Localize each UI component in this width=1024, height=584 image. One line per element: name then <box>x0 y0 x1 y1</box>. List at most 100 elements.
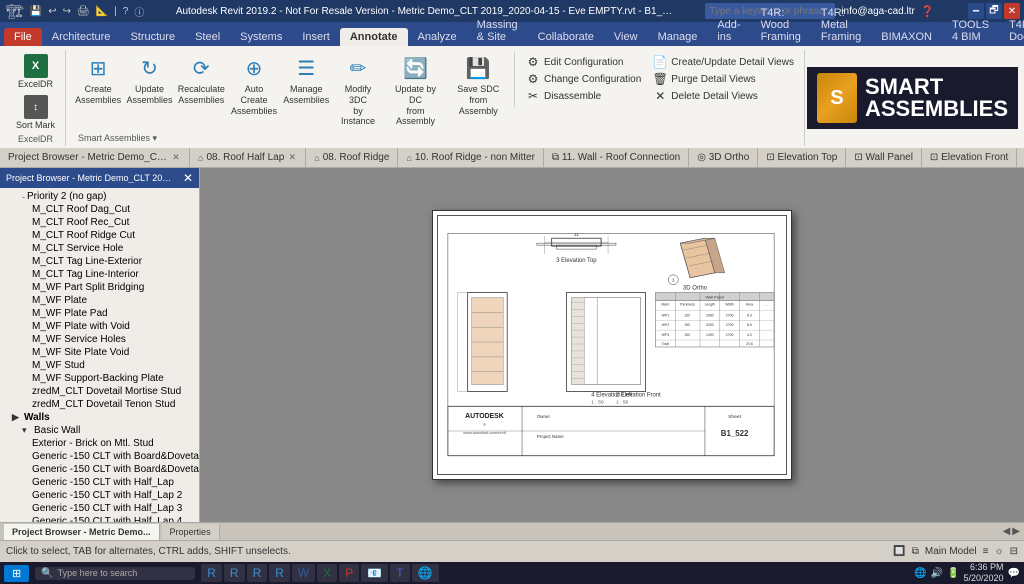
walls-group[interactable]: ▶ Walls <box>0 411 199 424</box>
measure-btn[interactable]: 📐 <box>94 6 110 17</box>
tab-manage[interactable]: Manage <box>648 28 708 46</box>
roof-ridge-nm-tab[interactable]: ⌂ 10. Roof Ridge - non Mitter <box>398 148 544 167</box>
save-btn[interactable]: 💾 <box>28 6 44 17</box>
wall-panel-tab[interactable]: ⊡ Wall Panel <box>846 148 922 167</box>
save-sdc-btn[interactable]: 💾 Save SDCfrom Assembly <box>448 52 508 118</box>
start-button[interactable]: ⊞ <box>4 565 29 582</box>
tree-item[interactable]: Generic -150 CLT with Half_Lap 2 <box>0 489 199 502</box>
detail-level-btn[interactable]: ⊟ <box>1010 546 1018 557</box>
tab-addins[interactable]: Add-ins <box>707 16 750 46</box>
tree-item[interactable]: Generic -150 CLT with Board&Dovetails <box>0 450 199 463</box>
tree-item[interactable]: M_CLT Roof Ridge Cut <box>0 229 199 242</box>
recalculate-assemblies-btn[interactable]: ⟳ RecalculateAssemblies <box>177 52 226 108</box>
tree-item[interactable]: M_CLT Roof Rec_Cut <box>0 216 199 229</box>
edit-config-btn[interactable]: ⚙ Edit Configuration <box>521 54 645 70</box>
modify-3dc-btn[interactable]: ✏ Modify 3DCby Instance <box>333 52 382 129</box>
tree-item[interactable]: - Priority 2 (no gap) <box>0 190 199 203</box>
tree-item[interactable]: Generic -150 CLT with Half_Lap 3 <box>0 502 199 515</box>
tab-systems[interactable]: Systems <box>230 28 292 46</box>
tree-item[interactable]: M_WF Plate Pad <box>0 307 199 320</box>
manage-assemblies-btn[interactable]: ☰ ManageAssemblies <box>282 52 330 108</box>
elevation-left-tab[interactable]: ⊡ Elevation Left <box>1017 148 1024 167</box>
taskbar-revit-3[interactable]: R <box>247 564 268 582</box>
tab-analyze[interactable]: Analyze <box>408 28 467 46</box>
tab-steel[interactable]: Steel <box>185 28 230 46</box>
taskbar-revit-4[interactable]: R <box>269 564 290 582</box>
tree-item[interactable]: zredM_CLT Dovetail Tenon Stud <box>0 398 199 411</box>
tab-architecture[interactable]: Architecture <box>42 28 121 46</box>
tree-item[interactable]: Generic -150 CLT with Half_Lap 4 <box>0 515 199 522</box>
help-icon[interactable]: ❓ <box>921 5 935 18</box>
browser-close-btn[interactable]: ✕ <box>183 171 193 185</box>
tab-t4r-wood[interactable]: T4R: Wood Framing <box>751 4 811 46</box>
tree-item[interactable]: zredM_CLT Dovetail Mortise Stud <box>0 385 199 398</box>
tab-massing[interactable]: Massing & Site <box>467 16 528 46</box>
tab-structure[interactable]: Structure <box>120 28 185 46</box>
undo-btn[interactable]: ↩ <box>46 6 58 17</box>
tab-t4r-document[interactable]: T4R: Document <box>999 16 1024 46</box>
taskbar-teams[interactable]: T <box>390 564 409 582</box>
thin-lines-btn[interactable]: ≡ <box>983 546 989 557</box>
tree-item[interactable]: M_WF Plate with Void <box>0 320 199 333</box>
tree-item[interactable]: M_CLT Service Hole <box>0 242 199 255</box>
drawing-canvas[interactable]: 11 3 Elevation Top <box>200 168 1024 522</box>
sa-footer-label[interactable]: Smart Assemblies ▾ <box>78 133 157 144</box>
tree-item[interactable]: Generic -150 CLT with Board&Dovetails IN… <box>0 463 199 476</box>
tree-item[interactable]: M_WF Support-Backing Plate <box>0 372 199 385</box>
shadows-btn[interactable]: ☼ <box>994 546 1003 557</box>
notification-icon[interactable]: 💬 <box>1008 568 1020 579</box>
delete-detail-btn[interactable]: ✕ Delete Detail Views <box>648 88 798 104</box>
roof-half-lap-tab[interactable]: ⌂ 08. Roof Half Lap ✕ <box>190 148 306 167</box>
tab-annotate[interactable]: Annotate <box>340 28 408 46</box>
tree-item[interactable]: Exterior - Brick on Mtl. Stud <box>0 437 199 450</box>
tree-item[interactable]: M_CLT Roof Dag_Cut <box>0 203 199 216</box>
wall-roof-tab[interactable]: ⧉ 11. Wall - Roof Connection <box>544 148 689 167</box>
3d-ortho-tab[interactable]: ◎ 3D Ortho <box>689 148 758 167</box>
tab-view[interactable]: View <box>604 28 648 46</box>
tab-tools4bim[interactable]: TOOLS 4 BIM <box>942 16 999 46</box>
taskbar-pdf[interactable]: P <box>339 564 359 582</box>
browser-tab-close[interactable]: ✕ <box>171 153 181 163</box>
elevation-top-tab[interactable]: ⊡ Elevation Top <box>758 148 846 167</box>
redo-btn[interactable]: ↪ <box>61 6 73 17</box>
project-browser-bottom-tab[interactable]: Project Browser - Metric Demo... <box>4 524 160 540</box>
taskbar-excel[interactable]: X <box>317 564 337 582</box>
taskbar-browser[interactable]: 🌐 <box>412 564 439 582</box>
tree-item[interactable]: M_CLT Tag Line-Exterior <box>0 255 199 268</box>
tab-bimaxon[interactable]: BIMAXON <box>871 28 942 46</box>
taskbar-mail[interactable]: 📧 <box>361 564 388 582</box>
tree-item[interactable]: M_WF Service Holes <box>0 333 199 346</box>
tab-collaborate[interactable]: Collaborate <box>528 28 604 46</box>
tab-close-1[interactable]: ✕ <box>287 153 297 163</box>
elevation-front-tab[interactable]: ⊡ Elevation Front <box>922 148 1017 167</box>
basic-wall-group[interactable]: ▾ Basic Wall <box>0 424 199 437</box>
nav-right-icon[interactable]: ▶ <box>1012 526 1020 537</box>
update-assemblies-btn[interactable]: ↻ UpdateAssemblies <box>125 52 173 108</box>
print-btn[interactable]: 🖨 <box>75 6 92 17</box>
roof-ridge-tab[interactable]: ⌂ 08. Roof Ridge <box>306 148 398 167</box>
project-browser-tab[interactable]: Project Browser - Metric Demo_CLT 2019_2… <box>0 148 190 167</box>
tree-item[interactable]: M_WF Site Plate Void <box>0 346 199 359</box>
excel-dr-btn[interactable]: X ExcelDR <box>12 52 59 91</box>
search-taskbar-placeholder[interactable]: Type here to search <box>58 568 138 578</box>
info-btn[interactable]: ⓘ <box>132 4 146 19</box>
disassemble-btn[interactable]: ✂ Disassemble <box>521 88 645 104</box>
help-btn[interactable]: ? <box>121 6 131 17</box>
taskbar-word[interactable]: W <box>292 564 315 582</box>
tree-item[interactable]: M_WF Stud <box>0 359 199 372</box>
create-assemblies-btn[interactable]: ⊞ CreateAssemblies <box>74 52 122 108</box>
create-update-detail-btn[interactable]: 📄 Create/Update Detail Views <box>648 54 798 70</box>
nav-left-icon[interactable]: ◀ <box>1003 526 1011 537</box>
auto-create-assemblies-btn[interactable]: ⊕ Auto CreateAssemblies <box>229 52 279 118</box>
tree-item[interactable]: M_CLT Tag Line-Interior <box>0 268 199 281</box>
tree-item[interactable]: Generic -150 CLT with Half_Lap <box>0 476 199 489</box>
tab-file[interactable]: File <box>4 28 42 46</box>
tree-item[interactable]: M_WF Part Split Bridging <box>0 281 199 294</box>
properties-tab[interactable]: Properties <box>162 524 220 540</box>
taskbar-revit-2[interactable]: R <box>224 564 245 582</box>
taskbar-revit-1[interactable]: R <box>201 564 222 582</box>
purge-detail-btn[interactable]: 🗑 Purge Detail Views <box>648 71 798 87</box>
tab-t4r-metal[interactable]: T4R: Metal Framing <box>811 4 871 46</box>
sort-mark-btn[interactable]: ↕ Sort Mark <box>12 93 59 132</box>
tab-insert[interactable]: Insert <box>292 28 340 46</box>
